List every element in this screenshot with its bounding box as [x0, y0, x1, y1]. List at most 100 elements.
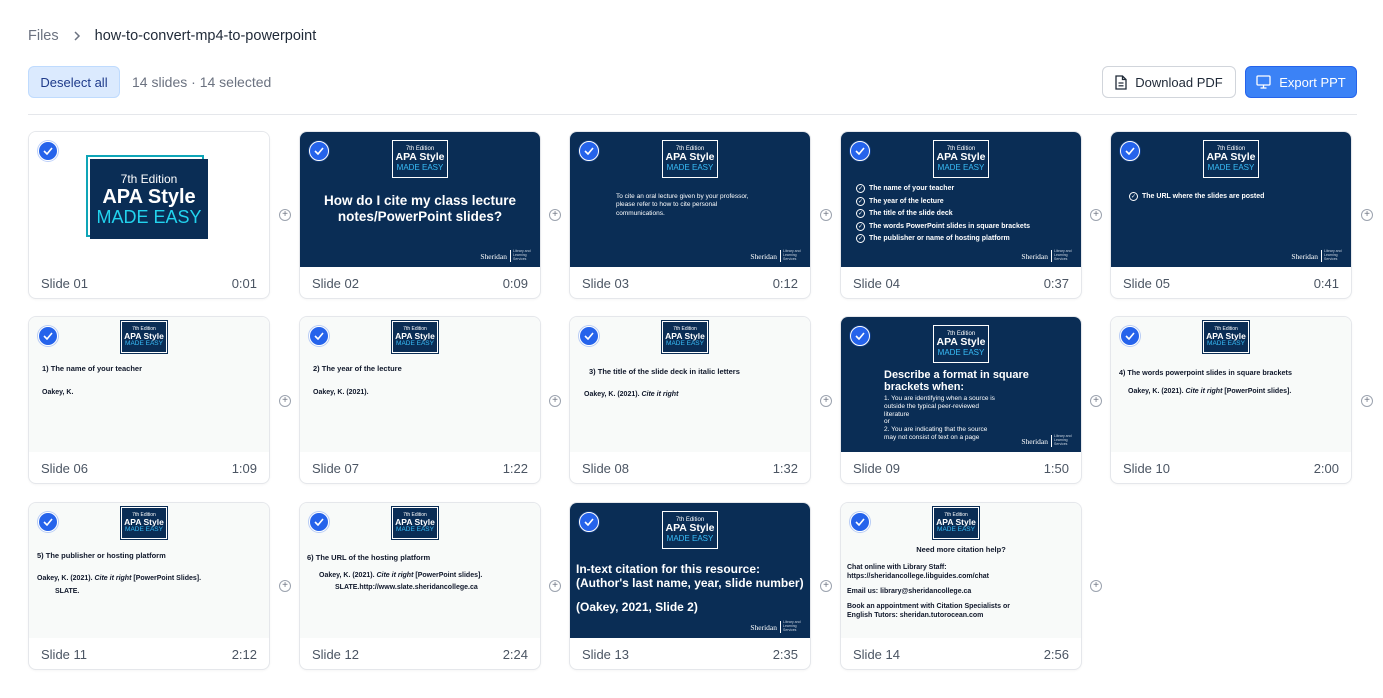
slide-card[interactable]: 7th Edition APA Style MADE EASY ✓ The name … [840, 131, 1082, 299]
slide-example: (Oakey, 2021, Slide 2) [576, 600, 698, 614]
slide-thumbnail[interactable]: 7th Edition APA Style MADE EASY 3) The tit… [570, 317, 810, 452]
slide-thumbnail[interactable]: 7th Edition APA Style MADE EASY [29, 132, 269, 267]
sheridan-logo: Sheridan Library and Learning Services [480, 249, 531, 262]
slide-heading: 1) The name of your teacher [42, 364, 143, 373]
breadcrumb-files-link[interactable]: Files [28, 28, 59, 44]
apa-style-logo: 7th Edition APA Style MADE EASY [1203, 140, 1259, 178]
slide-thumbnail[interactable]: 7th Edition APA Style MADE EASY 1) The nam… [29, 317, 269, 452]
slide-citation-line2: SLATE. [55, 588, 80, 595]
plus-icon[interactable]: + [549, 580, 561, 592]
slide-card[interactable]: 7th Edition APA Style MADE EASY Slide 01… [28, 131, 270, 299]
slide-heading: Need more citation help? [916, 545, 1006, 554]
plus-icon[interactable]: + [549, 395, 561, 407]
sheridan-logo: Sheridan Library and Learning Services [1291, 249, 1342, 262]
apa-style-logo: 7th Edition APA Style MADE EASY [391, 320, 439, 354]
apa-style-logo: 7th Edition APA Style MADE EASY [120, 506, 168, 540]
slide-card[interactable]: 7th Edition APA Style MADE EASY 2) The yea… [299, 316, 541, 484]
plus-icon[interactable]: + [1090, 209, 1102, 221]
slide-heading: 4) The words powerpoint slides in square… [1119, 368, 1292, 377]
slide-label: Slide 13 [582, 646, 629, 662]
plus-icon[interactable]: + [1361, 395, 1373, 407]
slide-label: Slide 12 [312, 646, 359, 662]
slide-citation: Oakey, K. (2021). Cite it right [PowerPo… [1128, 388, 1292, 395]
slide-label: Slide 08 [582, 460, 629, 476]
slide-body: 1. You are identifying when a source is o… [884, 395, 995, 441]
plus-icon[interactable]: + [1090, 580, 1102, 592]
toolbar: Deselect all 14 slides · 14 selected Dow… [28, 66, 1357, 98]
slide-card[interactable]: 7th Edition APA Style MADE EASY In-text ci… [569, 502, 811, 670]
check-icon[interactable] [850, 141, 870, 161]
slide-card[interactable]: 7th Edition APA Style MADE EASY 5) The pub… [28, 502, 270, 670]
breadcrumb: Files how-to-convert-mp4-to-powerpoint [28, 27, 316, 45]
plus-icon[interactable]: + [1361, 209, 1373, 221]
download-pdf-button[interactable]: Download PDF [1102, 66, 1236, 98]
slide-body: Chat online with Library Staff: https://… [847, 564, 1010, 620]
plus-icon[interactable]: + [279, 209, 291, 221]
slide-timestamp: 0:09 [502, 275, 528, 291]
slide-thumbnail[interactable]: 7th Edition APA Style MADE EASY Describe a… [841, 317, 1081, 452]
slide-timestamp: 2:12 [231, 646, 257, 662]
slide-card[interactable]: 7th Edition APA Style MADE EASY How do I c… [299, 131, 541, 299]
slide-thumbnail[interactable]: 7th Edition APA Style MADE EASY 5) The pub… [29, 503, 269, 638]
slide-thumbnail[interactable]: 7th Edition APA Style MADE EASY 2) The yea… [300, 317, 540, 452]
slide-card[interactable]: 7th Edition APA Style MADE EASY ✓ The URL w… [1110, 131, 1352, 299]
plus-icon[interactable]: + [820, 395, 832, 407]
slide-thumbnail[interactable]: 7th Edition APA Style MADE EASY ✓ The name … [841, 132, 1081, 267]
slide-thumbnail[interactable]: 7th Edition APA Style MADE EASY In-text ci… [570, 503, 810, 638]
check-icon[interactable] [579, 141, 599, 161]
slide-thumbnail[interactable]: 7th Edition APA Style MADE EASY 6) The URL… [300, 503, 540, 638]
slide-checklist: ✓ The name of your teacher ✓ The year of t… [856, 184, 1031, 243]
apa-style-logo: 7th Edition APA Style MADE EASY [933, 325, 989, 363]
check-icon[interactable] [579, 512, 599, 532]
slide-timestamp: 2:24 [502, 646, 528, 662]
slide-label: Slide 02 [312, 275, 359, 291]
check-icon[interactable] [309, 326, 329, 346]
check-icon[interactable] [850, 512, 870, 532]
check-icon[interactable] [38, 512, 58, 532]
slide-card[interactable]: 7th Edition APA Style MADE EASY Need more … [840, 502, 1082, 670]
slide-citation: Oakey, K. [42, 389, 74, 396]
apa-style-logo: 7th Edition APA Style MADE EASY [661, 320, 709, 354]
apa-style-logo: 7th Edition APA Style MADE EASY [662, 140, 718, 178]
slide-timestamp: 1:22 [502, 460, 528, 476]
check-icon[interactable] [309, 141, 329, 161]
slide-thumbnail[interactable]: 7th Edition APA Style MADE EASY ✓ The URL w… [1111, 132, 1351, 267]
slide-card[interactable]: 7th Edition APA Style MADE EASY To cite an… [569, 131, 811, 299]
slide-citation: Oakey, K. (2021). Cite it right [PowerPo… [37, 575, 202, 582]
check-circle-icon: ✓ [856, 221, 865, 231]
check-icon[interactable] [1120, 141, 1140, 161]
sheridan-logo: Sheridan Library and Learning Services [1021, 249, 1072, 262]
plus-icon[interactable]: + [279, 580, 291, 592]
deselect-all-button[interactable]: Deselect all [28, 66, 120, 98]
slide-heading: 2) The year of the lecture [313, 364, 402, 373]
slide-thumbnail[interactable]: 7th Edition APA Style MADE EASY To cite an… [570, 132, 810, 267]
slide-label: Slide 11 [41, 646, 88, 662]
plus-icon[interactable]: + [820, 209, 832, 221]
slide-card[interactable]: 7th Edition APA Style MADE EASY 1) The nam… [28, 316, 270, 484]
plus-icon[interactable]: + [820, 580, 832, 592]
slide-card[interactable]: 7th Edition APA Style MADE EASY Describe a… [840, 316, 1082, 484]
slide-card[interactable]: 7th Edition APA Style MADE EASY 6) The URL… [299, 502, 541, 670]
export-ppt-button[interactable]: Export PPT [1245, 66, 1357, 98]
slide-card[interactable]: 7th Edition APA Style MADE EASY 3) The tit… [569, 316, 811, 484]
plus-icon[interactable]: + [549, 209, 561, 221]
slide-thumbnail[interactable]: 7th Edition APA Style MADE EASY How do I c… [300, 132, 540, 267]
slide-timestamp: 0:41 [1313, 275, 1339, 291]
slide-timestamp: 0:37 [1043, 275, 1069, 291]
slide-thumbnail[interactable]: 7th Edition APA Style MADE EASY 4) The wor… [1111, 317, 1351, 452]
plus-icon[interactable]: + [279, 395, 291, 407]
slide-timestamp: 1:32 [772, 460, 798, 476]
check-icon[interactable] [850, 326, 870, 346]
check-icon[interactable] [38, 326, 58, 346]
check-icon[interactable] [38, 141, 58, 161]
export-ppt-label: Export PPT [1279, 74, 1346, 90]
slide-timestamp: 2:56 [1043, 646, 1069, 662]
check-icon[interactable] [309, 512, 329, 532]
slide-thumbnail[interactable]: 7th Edition APA Style MADE EASY Need more … [841, 503, 1081, 638]
check-icon[interactable] [1120, 326, 1140, 346]
plus-icon[interactable]: + [1090, 395, 1102, 407]
slide-card[interactable]: 7th Edition APA Style MADE EASY 4) The wor… [1110, 316, 1352, 484]
slide-label: Slide 01 [41, 275, 88, 291]
check-icon[interactable] [579, 326, 599, 346]
toolbar-divider [28, 114, 1357, 115]
